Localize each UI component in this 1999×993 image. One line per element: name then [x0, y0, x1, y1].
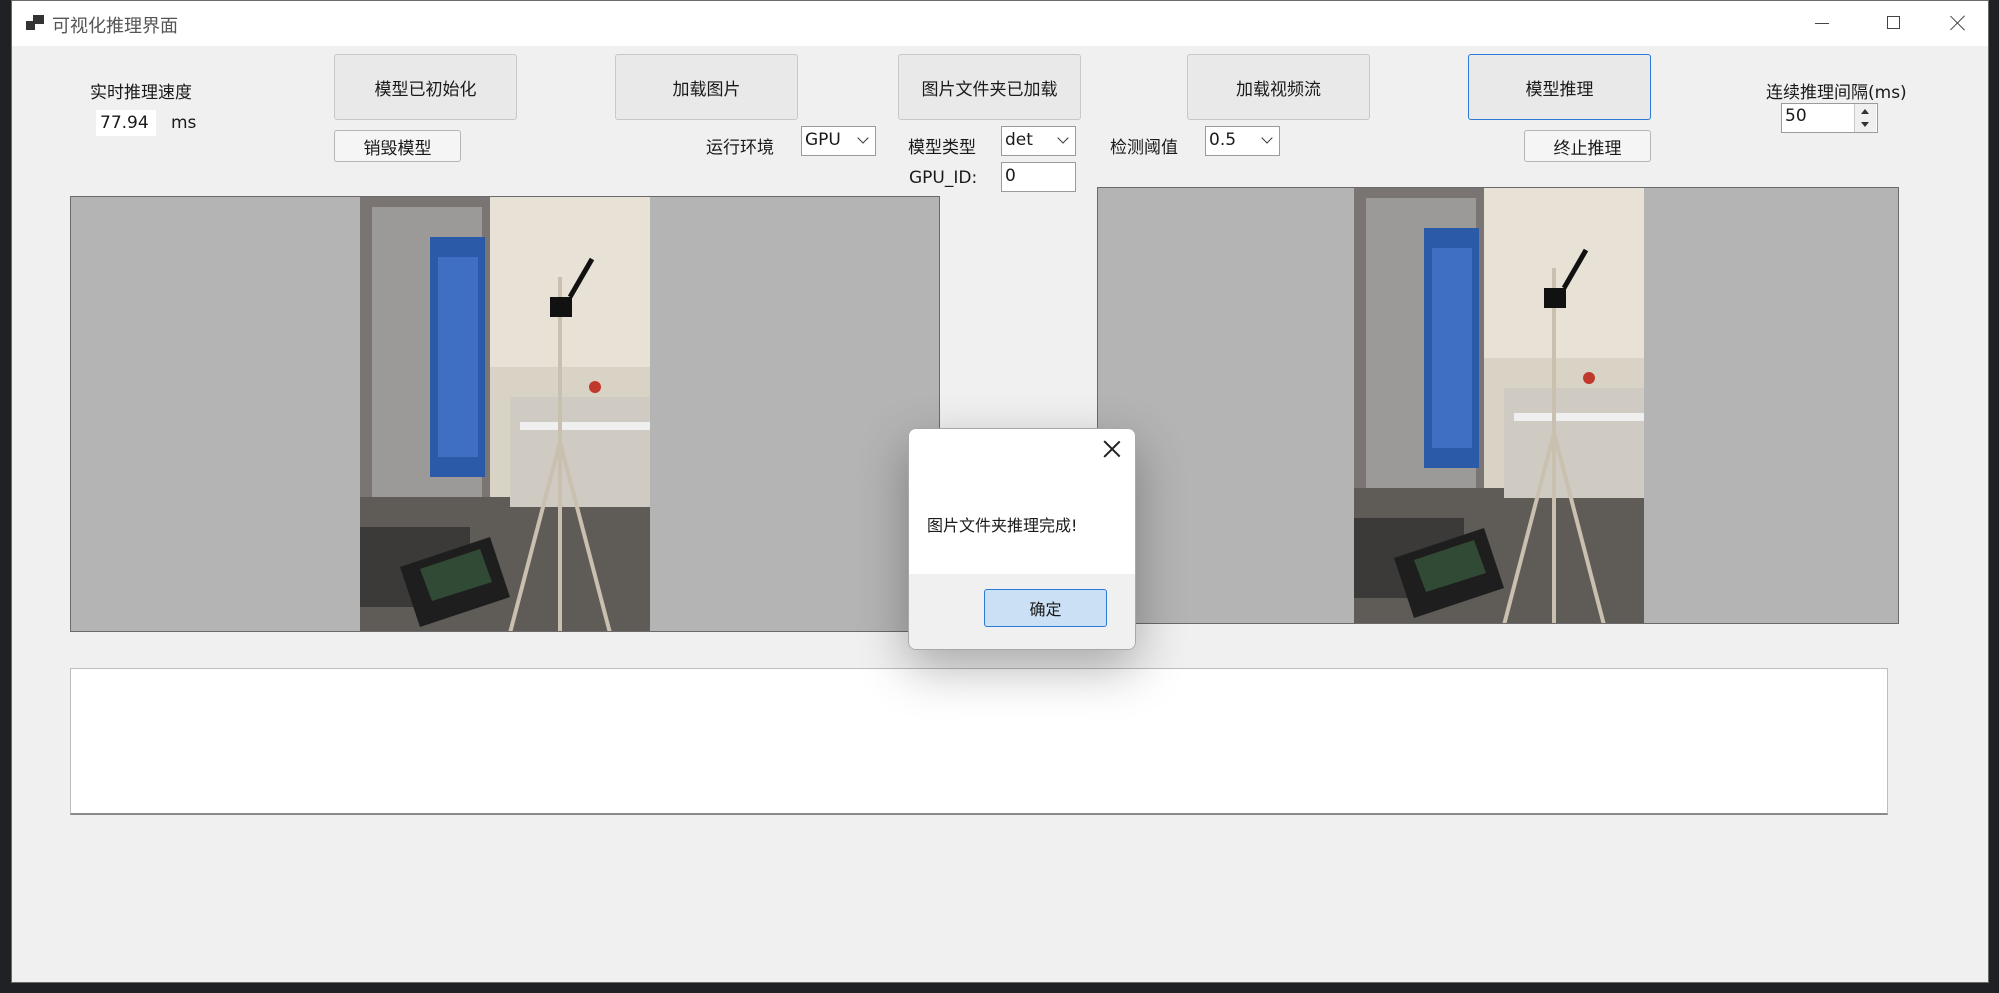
model-type-value: det — [1005, 130, 1033, 150]
dialog-ok-button[interactable]: 确定 — [984, 589, 1107, 627]
destroy-model-button[interactable]: 销毁模型 — [334, 130, 461, 162]
window-title: 可视化推理界面 — [52, 16, 178, 37]
threshold-value: 0.5 — [1209, 130, 1237, 150]
load-image-button[interactable]: 加载图片 — [615, 54, 798, 120]
interval-spinner[interactable]: 50 — [1781, 103, 1878, 133]
message-dialog: 图片文件夹推理完成! 确定 — [908, 428, 1136, 650]
speed-unit: ms — [171, 113, 197, 133]
env-select[interactable]: GPU — [801, 126, 876, 156]
app-icon — [26, 15, 44, 31]
speed-label: 实时推理速度 — [90, 83, 192, 103]
stop-infer-button[interactable]: 终止推理 — [1524, 130, 1651, 162]
gpu-id-input[interactable]: 0 — [1001, 162, 1076, 192]
input-photo — [360, 197, 650, 631]
title-bar: 可视化推理界面 — [12, 1, 1988, 46]
minimize-button[interactable] — [1790, 1, 1854, 46]
spin-down-button[interactable] — [1855, 118, 1876, 132]
minimize-icon — [1815, 23, 1829, 24]
interval-value: 50 — [1785, 106, 1807, 126]
log-textbox[interactable] — [70, 668, 1888, 815]
maximize-button[interactable] — [1862, 1, 1926, 46]
main-window: 可视化推理界面 实时推理速度 77.94 ms 模型已初始化 销毁模型 加载图片… — [11, 0, 1989, 983]
dialog-footer: 确定 — [909, 574, 1135, 649]
spin-down-icon — [1861, 122, 1869, 127]
output-photo — [1354, 188, 1644, 623]
chevron-down-icon — [857, 132, 869, 144]
maximize-icon — [1887, 16, 1900, 29]
chevron-down-icon — [1261, 132, 1273, 144]
threshold-select[interactable]: 0.5 — [1205, 126, 1280, 156]
spin-up-button[interactable] — [1855, 104, 1876, 119]
image-folder-button[interactable]: 图片文件夹已加载 — [898, 54, 1081, 120]
dialog-message: 图片文件夹推理完成! — [927, 516, 1078, 535]
speed-value: 77.94 — [96, 110, 156, 136]
input-image-box — [70, 196, 940, 632]
close-button[interactable] — [1926, 1, 1990, 46]
model-type-select[interactable]: det — [1001, 126, 1076, 156]
init-model-button[interactable]: 模型已初始化 — [334, 54, 517, 120]
output-image-box — [1097, 187, 1899, 624]
env-label: 运行环境 — [706, 138, 774, 158]
load-video-button[interactable]: 加载视频流 — [1187, 54, 1370, 120]
env-value: GPU — [805, 130, 841, 150]
threshold-label: 检测阈值 — [1110, 138, 1178, 158]
close-icon — [1950, 15, 1966, 31]
spin-up-icon — [1861, 109, 1869, 114]
model-infer-button[interactable]: 模型推理 — [1468, 54, 1651, 120]
model-type-label: 模型类型 — [908, 138, 976, 158]
interval-label: 连续推理间隔(ms) — [1766, 83, 1907, 103]
chevron-down-icon — [1057, 132, 1069, 144]
gpu-id-label: GPU_ID: — [909, 168, 978, 188]
dialog-close-icon[interactable] — [1103, 440, 1121, 458]
spin-buttons — [1854, 104, 1877, 132]
